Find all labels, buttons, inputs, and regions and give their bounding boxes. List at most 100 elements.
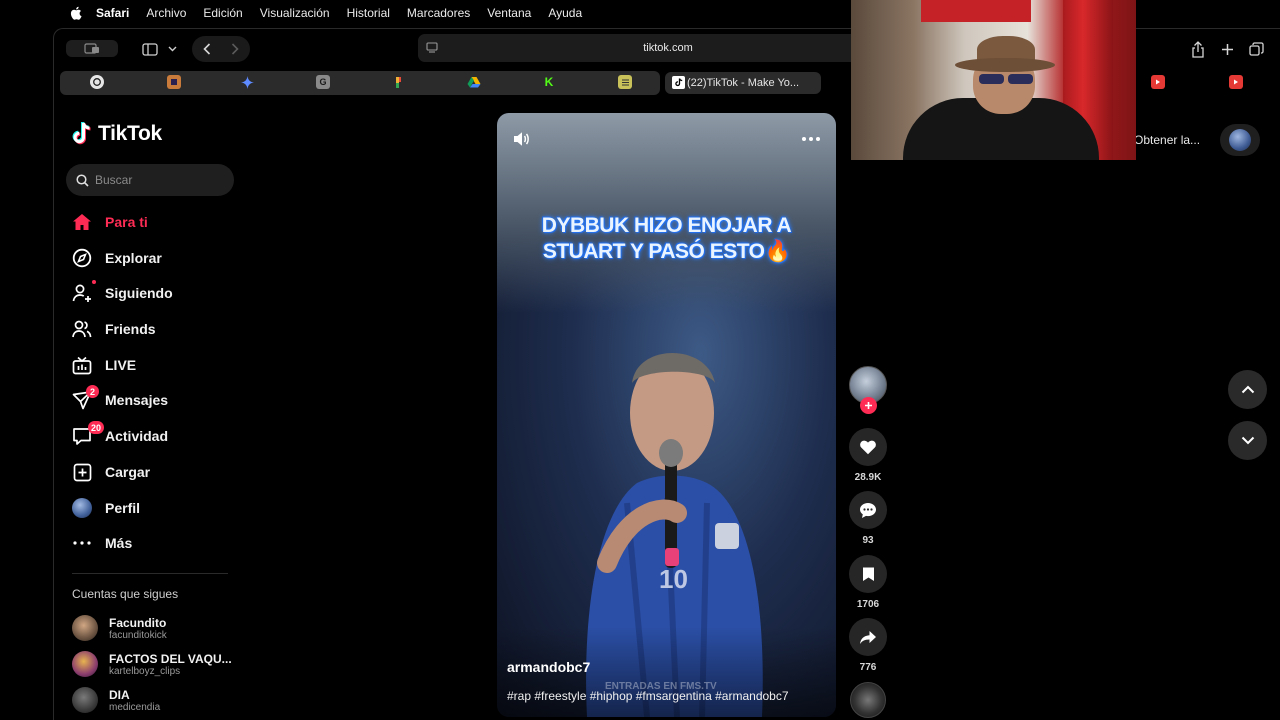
chevron-down-icon — [168, 46, 176, 52]
webcam-glasses — [979, 74, 1033, 84]
plus-icon — [865, 402, 872, 409]
active-tab-title: (22)TikTok - Make Yo... — [687, 77, 800, 89]
search-box[interactable] — [66, 164, 234, 196]
nav-para-ti[interactable]: Para ti — [72, 208, 232, 236]
openai-icon[interactable] — [90, 75, 104, 89]
dot-icon — [816, 137, 820, 141]
compass-icon — [72, 248, 92, 268]
nav-mensajes[interactable]: 2 Mensajes — [72, 385, 232, 414]
like-button[interactable] — [849, 428, 887, 466]
menu-visualizacion[interactable]: Visualización — [260, 6, 330, 20]
nav-label: Friends — [105, 321, 156, 337]
sheet-icon[interactable] — [618, 75, 632, 89]
video-hashtags[interactable]: #rap #freestyle #hiphop #fmsargentina #a… — [507, 689, 789, 703]
drive-icon[interactable] — [467, 75, 481, 89]
activity-badge: 20 — [87, 421, 104, 434]
menu-ayuda[interactable]: Ayuda — [548, 6, 582, 20]
nav-label: Cargar — [105, 464, 151, 480]
following-account[interactable]: Facundito facunditokick — [72, 613, 242, 643]
friends-icon — [72, 319, 92, 339]
comment-count: 93 — [862, 535, 874, 546]
following-account[interactable]: FACTOS DEL VAQU... kartelboyz_clips — [72, 649, 242, 679]
menu-archivo[interactable]: Archivo — [146, 6, 186, 20]
dot-icon — [809, 137, 813, 141]
nav-friends[interactable]: Friends — [72, 315, 232, 343]
youtube-tab-icon-2[interactable] — [1229, 75, 1243, 89]
avatar — [1229, 129, 1251, 151]
avatar — [72, 615, 98, 641]
next-video-button[interactable] — [1228, 421, 1267, 460]
music-disc[interactable] — [850, 682, 886, 718]
nav-label: Perfil — [105, 500, 141, 516]
chevron-down-icon — [1241, 436, 1254, 445]
nav-siguiendo[interactable]: Siguiendo — [72, 279, 232, 307]
menu-ventana[interactable]: Ventana — [487, 6, 531, 20]
tab-overview-right-button[interactable] — [1247, 40, 1265, 58]
share-icon — [1192, 40, 1204, 58]
following-account[interactable]: DIA medicendia — [72, 685, 242, 715]
forward-icon[interactable] — [231, 43, 239, 55]
nav-label: LIVE — [105, 357, 137, 373]
share-button[interactable] — [1189, 40, 1207, 58]
heart-icon — [860, 440, 876, 455]
svg-text:10: 10 — [659, 564, 688, 594]
follow-plus-button[interactable] — [860, 397, 877, 414]
video-author[interactable]: armandobc7 — [507, 659, 590, 675]
share-count: 776 — [859, 662, 877, 673]
color-icon[interactable] — [391, 75, 405, 89]
kick-icon[interactable]: K — [542, 75, 556, 89]
chevron-up-icon — [1241, 385, 1254, 394]
get-app-button[interactable]: Obtener la... — [1130, 126, 1218, 154]
following-icon — [72, 280, 96, 303]
search-icon — [76, 173, 89, 187]
back-icon[interactable] — [203, 43, 211, 55]
dot-icon — [802, 137, 806, 141]
more-icon — [72, 533, 92, 553]
menu-marcadores[interactable]: Marcadores — [407, 6, 470, 20]
comment-button[interactable] — [849, 491, 887, 529]
apple-menu-icon[interactable] — [68, 6, 82, 20]
webcam-overlay — [851, 0, 1136, 160]
nav-actividad[interactable]: 20 Actividad — [72, 421, 232, 450]
address-bar[interactable]: tiktok.com — [418, 34, 918, 62]
save-button[interactable] — [849, 555, 887, 593]
account-name: Facundito — [109, 615, 167, 630]
previous-video-button[interactable] — [1228, 370, 1267, 409]
menu-historial[interactable]: Historial — [347, 6, 390, 20]
youtube-tab-icon[interactable] — [1151, 75, 1165, 89]
tiktok-logo[interactable]: TikTok — [72, 122, 162, 146]
volume-button[interactable] — [513, 131, 530, 152]
nav-explorar[interactable]: Explorar — [72, 244, 232, 272]
profile-avatar — [72, 498, 92, 518]
nav-perfil[interactable]: Perfil — [72, 494, 232, 522]
nav-mas[interactable]: Más — [72, 529, 232, 557]
comment-icon — [860, 502, 876, 518]
page-menu-icon[interactable] — [426, 42, 438, 53]
video-player[interactable]: 10 DYBBUK HIZO ENOJAR A STUART Y PASÓ ES… — [497, 113, 836, 717]
share-video-button[interactable] — [849, 618, 887, 656]
active-tab[interactable]: (22)TikTok - Make Yo... — [665, 72, 821, 94]
messages-badge: 2 — [86, 385, 99, 398]
search-input[interactable] — [95, 173, 225, 187]
sidebar-toggle-button[interactable] — [136, 37, 182, 61]
avatar — [72, 687, 98, 713]
app-icon[interactable] — [167, 75, 181, 89]
nav-live[interactable]: LIVE — [72, 351, 232, 379]
g-icon[interactable]: G — [316, 75, 330, 89]
header-profile-button[interactable] — [1220, 124, 1260, 156]
menu-safari[interactable]: Safari — [96, 6, 129, 20]
gemini-icon[interactable] — [240, 75, 254, 89]
upload-icon — [72, 462, 92, 482]
more-options-button[interactable] — [802, 137, 820, 141]
account-handle: medicendia — [109, 701, 161, 713]
activity-icon: 20 — [72, 421, 104, 446]
account-handle: facunditokick — [109, 629, 167, 641]
like-count: 28.9K — [854, 472, 882, 483]
nav-label: Explorar — [105, 250, 162, 266]
menu-edicion[interactable]: Edición — [203, 6, 242, 20]
new-tab-button[interactable] — [1218, 40, 1236, 58]
nav-cargar[interactable]: Cargar — [72, 458, 232, 486]
save-count: 1706 — [856, 599, 880, 610]
tiktok-tab-icon — [672, 76, 685, 89]
tab-overview-button[interactable] — [66, 40, 118, 57]
